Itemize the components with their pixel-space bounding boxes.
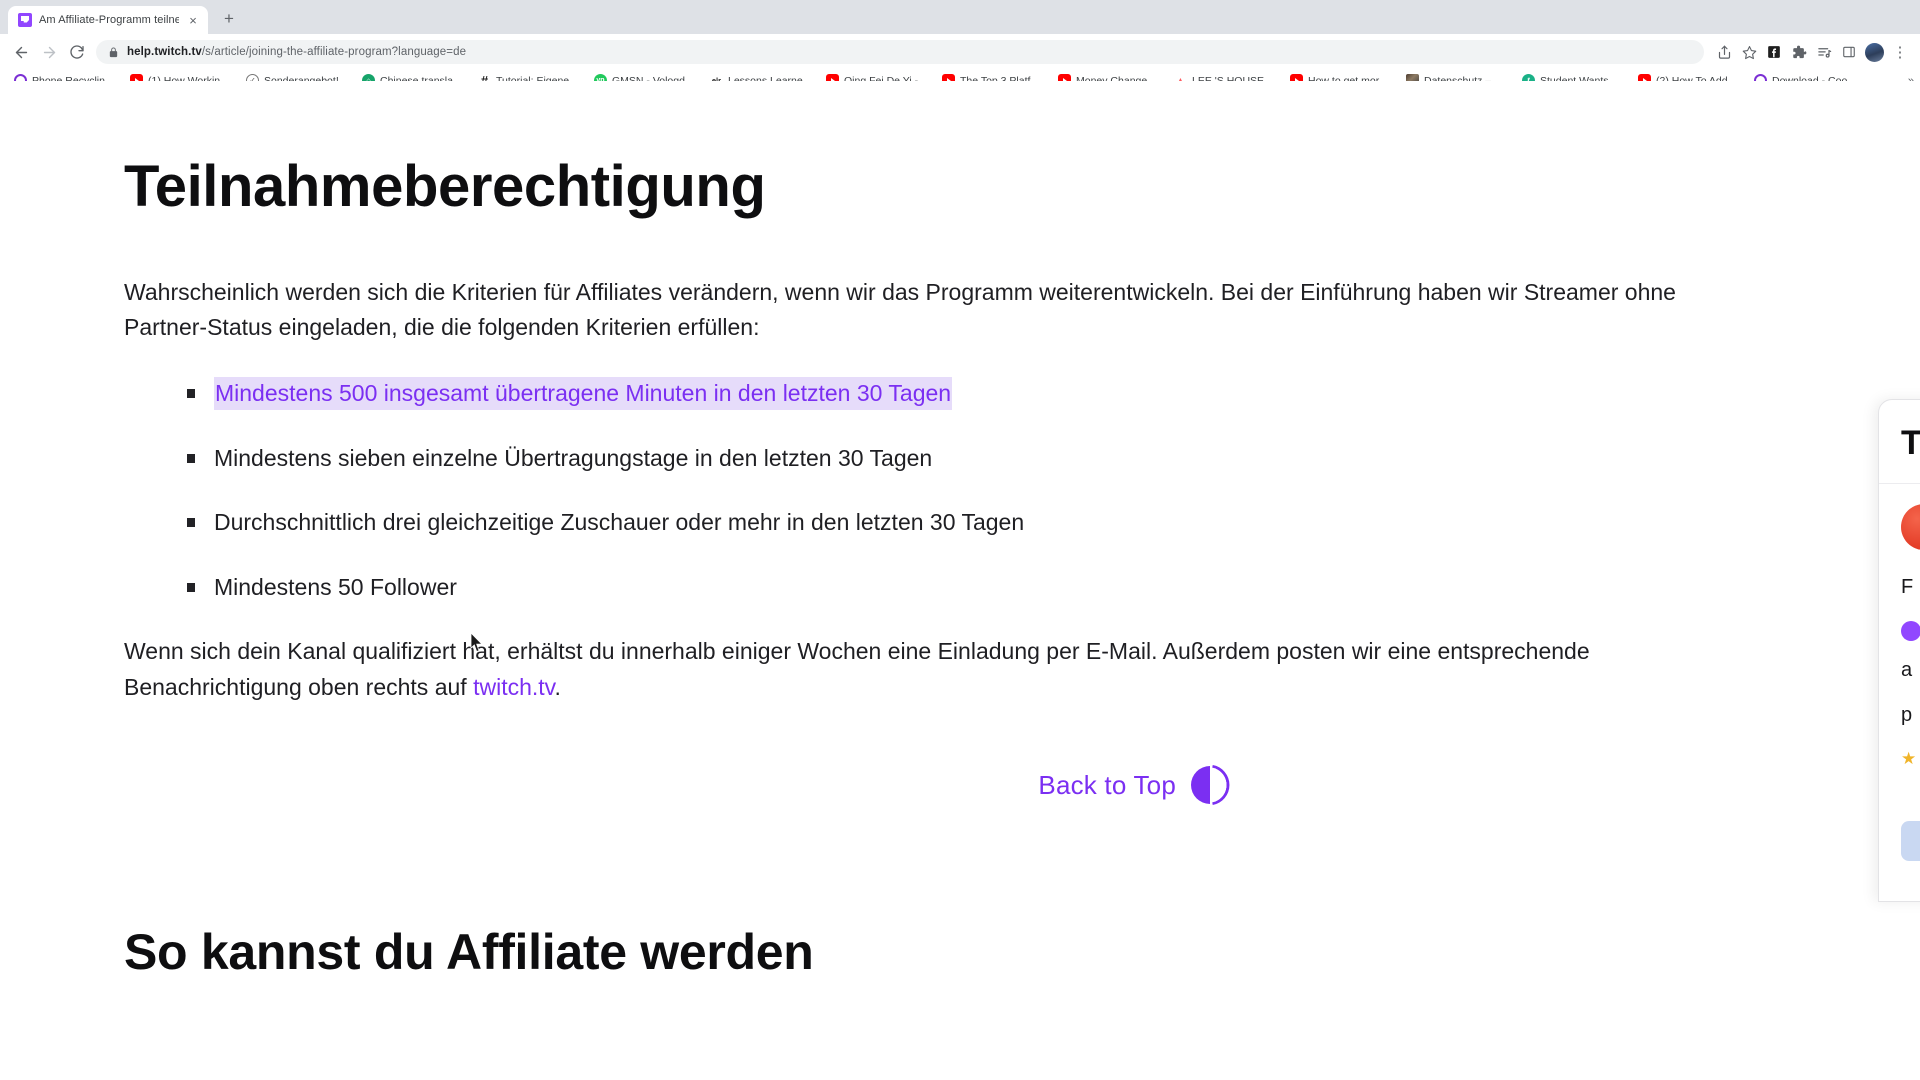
next-section-title: So kannst du Affiliate werden xyxy=(124,924,814,981)
twitch-tv-link[interactable]: twitch.tv xyxy=(473,674,554,700)
side-card-chip[interactable] xyxy=(1901,821,1920,861)
puzzle-extensions-icon[interactable] xyxy=(1787,40,1811,64)
page-title: Teilnahmeberechtigung xyxy=(124,154,766,219)
chrome-menu-button[interactable]: ⋮ xyxy=(1888,40,1912,64)
forward-arrow-icon[interactable] xyxy=(36,39,62,65)
side-card-body: F a p ★ xyxy=(1879,484,1920,901)
side-card-title: T xyxy=(1901,424,1920,462)
intro-paragraph: Wahrscheinlich werden sich die Kriterien… xyxy=(124,278,1676,341)
reload-icon[interactable] xyxy=(64,39,90,65)
back-to-top-container: Back to Top xyxy=(124,765,1790,806)
back-to-top-label: Back to Top xyxy=(1038,769,1176,800)
reading-list-icon[interactable] xyxy=(1812,40,1836,64)
star-bookmark-icon[interactable] xyxy=(1737,40,1761,64)
back-to-top-button[interactable]: Back to Top xyxy=(1038,765,1230,806)
side-panel-icon[interactable] xyxy=(1837,40,1861,64)
criteria-list: Mindestens 500 insgesamt übertragene Min… xyxy=(124,376,1790,604)
url-path: /s/article/joining-the-affiliate-program… xyxy=(201,46,467,58)
address-bar[interactable]: help.twitch.tv/s/article/joining-the-aff… xyxy=(96,40,1704,64)
close-icon[interactable]: × xyxy=(186,14,200,27)
tab-title: Am Affiliate-Programm teilnehm xyxy=(39,14,179,26)
tab-strip: Am Affiliate-Programm teilnehm × + xyxy=(0,0,1920,34)
side-card-panel[interactable]: T F a p ★ xyxy=(1878,399,1920,902)
twitch-icon xyxy=(18,13,32,27)
back-arrow-icon[interactable] xyxy=(8,39,34,65)
side-card-rating-stars: ★ xyxy=(1901,749,1919,768)
browser-window: Am Affiliate-Programm teilnehm × + help.… xyxy=(0,0,1920,1080)
list-item: Durchschnittlich drei gleichzeitige Zusc… xyxy=(187,505,1790,540)
share-icon[interactable] xyxy=(1712,40,1736,64)
side-card-avatar xyxy=(1901,504,1920,550)
outro-text-after: . xyxy=(554,673,561,700)
side-card-header: T xyxy=(1879,400,1920,484)
list-item: Mindestens 500 insgesamt übertragene Min… xyxy=(187,376,1790,411)
list-item: Mindestens sieben einzelne Übertragungst… xyxy=(187,441,1790,476)
side-card-dot-icon xyxy=(1901,621,1920,641)
browser-tab[interactable]: Am Affiliate-Programm teilnehm × xyxy=(8,6,208,34)
article-content: Teilnahmeberechtigung Wahrscheinlich wer… xyxy=(0,81,1790,981)
side-card-line-3: p xyxy=(1901,704,1913,726)
url-text: help.twitch.tv/s/article/joining-the-aff… xyxy=(127,46,466,58)
url-host: help.twitch.tv xyxy=(127,46,202,58)
twitch-glitch-badge-icon xyxy=(1190,765,1230,806)
highlighted-text: Mindestens 500 insgesamt übertragene Min… xyxy=(214,377,953,411)
browser-toolbar: help.twitch.tv/s/article/joining-the-aff… xyxy=(0,34,1920,70)
avatar[interactable] xyxy=(1865,42,1884,62)
facebook-extension-icon[interactable] xyxy=(1762,40,1786,64)
outro-text-before: Wenn sich dein Kanal qualifiziert hat, e… xyxy=(124,638,1590,700)
page-viewport: Teilnahmeberechtigung Wahrscheinlich wer… xyxy=(0,81,1920,1080)
lock-icon xyxy=(108,46,119,58)
toolbar-actions: ⋮ xyxy=(1712,40,1912,64)
new-tab-button[interactable]: + xyxy=(216,6,242,32)
outro-paragraph: Wenn sich dein Kanal qualifiziert hat, e… xyxy=(124,634,1764,705)
side-card-line-1: F xyxy=(1901,576,1914,598)
side-card-line-2: a xyxy=(1901,659,1913,681)
list-item: Mindestens 50 Follower xyxy=(187,570,1790,605)
